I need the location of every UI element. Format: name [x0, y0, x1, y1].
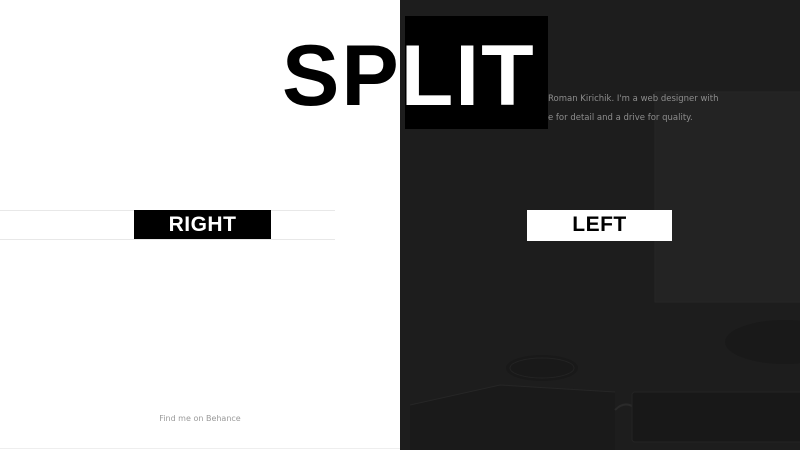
page-title: SPLIT — [282, 33, 536, 119]
divider — [0, 448, 400, 449]
title-part-light: LIT — [400, 28, 536, 124]
intro-text: Roman Kirichik. I'm a web designer with … — [548, 90, 798, 128]
behance-link[interactable]: Find me on Behance — [0, 414, 400, 423]
right-button[interactable]: RIGHT — [134, 210, 271, 239]
left-button[interactable]: LEFT — [527, 210, 672, 241]
split-page: RIGHT Find me on Behance Roman Kirichik. — [0, 0, 800, 450]
intro-line: e for detail and a drive for quality. — [548, 113, 693, 123]
intro-line: Roman Kirichik. I'm a web designer with — [548, 94, 719, 104]
title-part-dark: SP — [282, 28, 401, 124]
divider — [0, 239, 335, 240]
